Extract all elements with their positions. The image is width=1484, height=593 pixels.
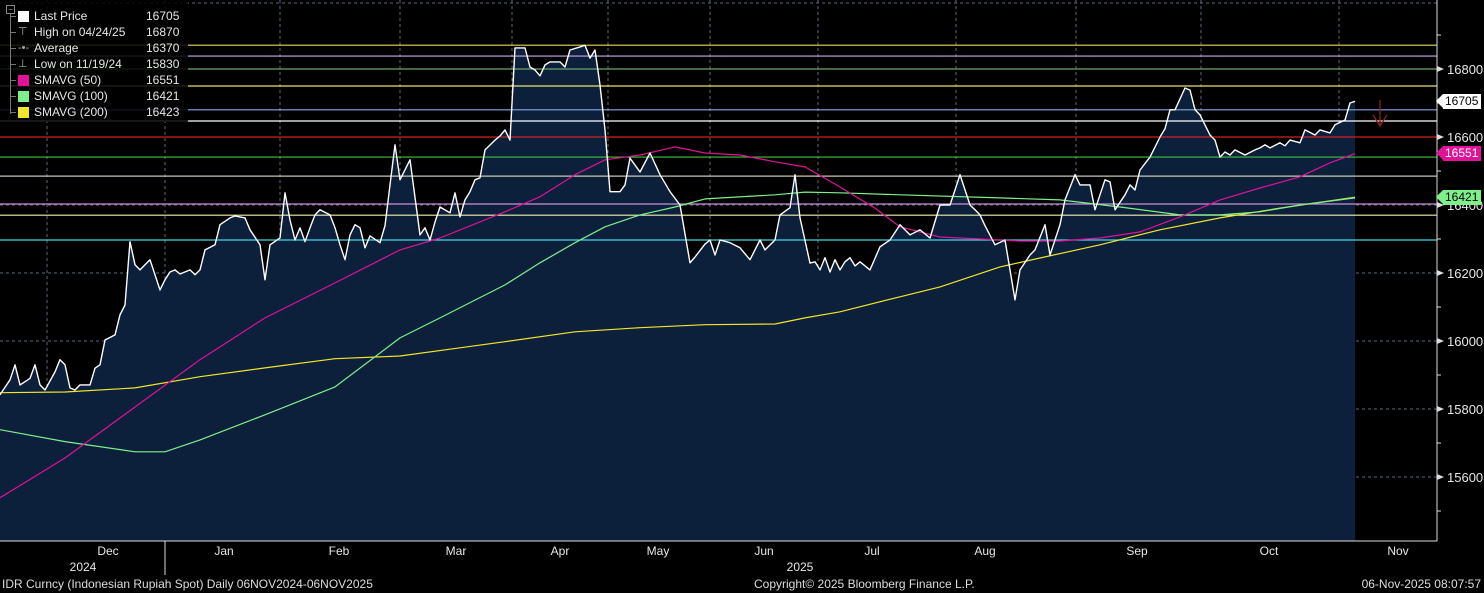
legend-swatch-icon — [18, 11, 29, 22]
price-area-fill — [0, 45, 1355, 541]
legend-tree-branch — [11, 32, 16, 33]
low-marker-icon: ⊥ — [18, 58, 28, 70]
y-tick-label: 16000 — [1447, 334, 1483, 349]
x-month-label: Feb — [329, 544, 350, 558]
legend-value: 16423 — [146, 105, 180, 119]
legend: − Last Price 16705 ⊤ High on 04/24/25 16870-… — [0, 0, 188, 122]
legend-item[interactable]: -•- Average 16370 — [0, 41, 188, 56]
y-tick-label: 15800 — [1447, 402, 1483, 417]
legend-swatch-icon — [18, 75, 29, 86]
legend-item[interactable]: ⊤ High on 04/24/25 16870 — [0, 25, 188, 40]
legend-value: 16870 — [146, 25, 180, 39]
price-tag-value: 16421 — [1445, 190, 1479, 205]
price-tag: 16551 — [1435, 146, 1482, 162]
x-month-label: Sep — [1126, 544, 1148, 558]
legend-item[interactable]: SMAVG (200) 16423 — [0, 105, 188, 120]
y-tick-marker — [1437, 474, 1444, 480]
legend-label: SMAVG (200) — [34, 105, 108, 119]
footer-security-description: IDR Curncy (Indonesian Rupiah Spot) Dail… — [2, 577, 373, 591]
x-month-label: Jan — [214, 544, 233, 558]
legend-value: 15830 — [146, 57, 180, 71]
legend-label: Low on 11/19/24 — [34, 57, 122, 71]
x-month-label: Mar — [446, 544, 467, 558]
x-month-label: Aug — [974, 544, 995, 558]
y-tick-label: 16800 — [1447, 62, 1483, 77]
down-arrow-icon — [1372, 100, 1388, 128]
y-tick-label: 16200 — [1447, 266, 1483, 281]
legend-swatch-icon — [18, 91, 29, 102]
legend-value: 16705 — [146, 9, 180, 23]
y-tick-label: 15600 — [1447, 470, 1483, 485]
price-tag: 16705 — [1435, 93, 1482, 109]
y-tick-marker — [1437, 66, 1444, 72]
footer-timestamp: 06-Nov-2025 08:07:57 — [1361, 577, 1481, 591]
y-tick-marker — [1437, 338, 1444, 344]
legend-tree-branch — [11, 80, 16, 81]
legend-item[interactable]: Last Price 16705 — [0, 9, 188, 24]
legend-value: 16551 — [146, 73, 180, 87]
y-tick-marker — [1437, 406, 1444, 412]
legend-tree-branch — [11, 48, 16, 49]
price-chart: 16800166001640016200160001580015600Dec Ja… — [0, 0, 1483, 575]
legend-label: SMAVG (100) — [34, 89, 108, 103]
legend-label: Average — [34, 41, 79, 55]
legend-tree-branch — [11, 112, 16, 113]
legend-value: 16370 — [146, 41, 180, 55]
x-month-label: Apr — [551, 544, 570, 558]
legend-swatch-icon — [18, 107, 29, 118]
y-tick-label: 16600 — [1447, 130, 1483, 145]
y-tick-marker — [1437, 134, 1444, 140]
footer-copyright: Copyright© 2025 Bloomberg Finance L.P. — [754, 577, 975, 591]
x-year-label: 2025 — [787, 560, 814, 574]
high-marker-icon: ⊤ — [18, 26, 28, 38]
legend-item[interactable]: SMAVG (50) 16551 — [0, 73, 188, 88]
legend-tree-branch — [11, 16, 16, 17]
legend-label: SMAVG (50) — [34, 73, 102, 87]
price-tag-value: 16705 — [1445, 93, 1479, 108]
x-month-label: Dec — [97, 544, 118, 558]
x-year-label: 2024 — [70, 560, 97, 574]
price-tag: 16421 — [1435, 190, 1482, 206]
x-month-label: Oct — [1260, 544, 1279, 558]
legend-tree-branch — [11, 96, 16, 97]
legend-tree-branch — [11, 64, 16, 65]
x-month-label: May — [647, 544, 670, 558]
legend-label: Last Price — [34, 9, 88, 23]
legend-item[interactable]: ⊥ Low on 11/19/24 15830 — [0, 57, 188, 72]
average-marker-icon: -•- — [18, 42, 30, 54]
legend-label: High on 04/24/25 — [34, 25, 126, 39]
legend-item[interactable]: SMAVG (100) 16421 — [0, 89, 188, 104]
x-month-label: Nov — [1387, 544, 1408, 558]
y-tick-marker — [1437, 270, 1444, 276]
price-tag-value: 16551 — [1445, 146, 1479, 161]
legend-value: 16421 — [146, 89, 180, 103]
x-month-label: Jun — [754, 544, 773, 558]
x-month-label: Jul — [864, 544, 879, 558]
